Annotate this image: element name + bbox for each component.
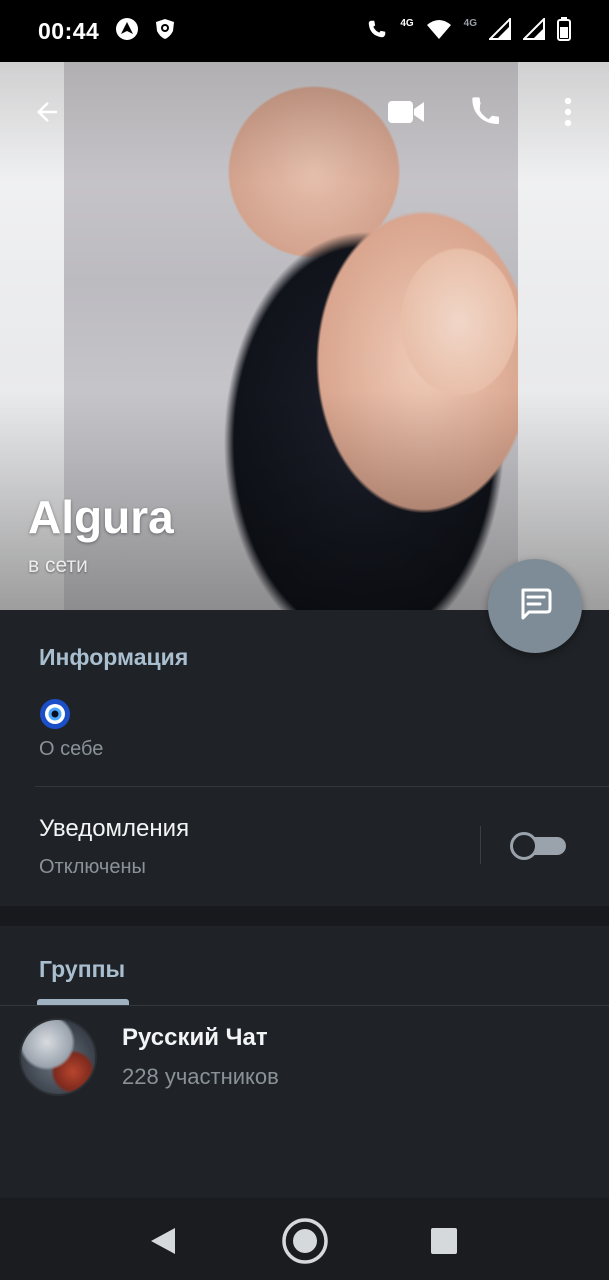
info-section: Информация 🧿 О себе Уведомления Отключен… [0,610,609,906]
back-arrow-icon[interactable] [27,92,67,132]
divider [35,786,609,787]
group-name: Русский Чат [122,1024,268,1051]
section-gap [0,906,609,926]
video-camera-icon[interactable] [386,92,426,132]
back-triangle-icon[interactable] [138,1216,188,1266]
system-navigation-bar [0,1198,609,1280]
groups-tab[interactable]: Группы [39,956,125,983]
notifications-title: Уведомления [39,815,190,842]
vertical-separator [480,826,481,864]
recents-square-icon[interactable] [419,1216,469,1266]
profile-header: Algura в сети [0,62,609,610]
about-label: О себе [39,738,104,760]
group-avatar [19,1018,97,1096]
message-icon [515,584,555,629]
shield-lion-icon [153,17,177,46]
navigation-icon [115,17,139,46]
notifications-value: Отключены [39,856,146,878]
more-vertical-icon[interactable] [548,92,588,132]
network-badge: 4G [400,17,414,29]
group-members-count: 228 участников [122,1064,279,1089]
group-list-item[interactable]: Русский Чат 228 участников [0,1006,609,1116]
notifications-toggle[interactable] [510,832,568,860]
status-right-icons: 4G 4G [366,16,571,46]
about-emoji: 🧿 [39,698,71,730]
profile-name: Algura [28,491,174,543]
info-title: Информация [39,644,189,670]
send-message-button[interactable] [488,559,582,653]
toggle-knob [510,832,538,860]
network-badge: 4G [463,17,477,29]
status-time: 00:44 [38,17,100,44]
status-left-icons [115,17,177,46]
wifi-icon [426,18,452,45]
phone-icon[interactable] [467,92,507,132]
battery-icon [557,16,571,46]
online-status: в сети [28,554,88,577]
volte-call-icon [366,18,388,45]
groups-section: Группы Русский Чат 228 участников [0,926,609,1198]
signal-icon [487,16,511,45]
signal-icon [521,16,545,45]
home-circle-icon[interactable] [280,1216,330,1266]
status-bar: 00:44 4G 4G [0,0,609,62]
